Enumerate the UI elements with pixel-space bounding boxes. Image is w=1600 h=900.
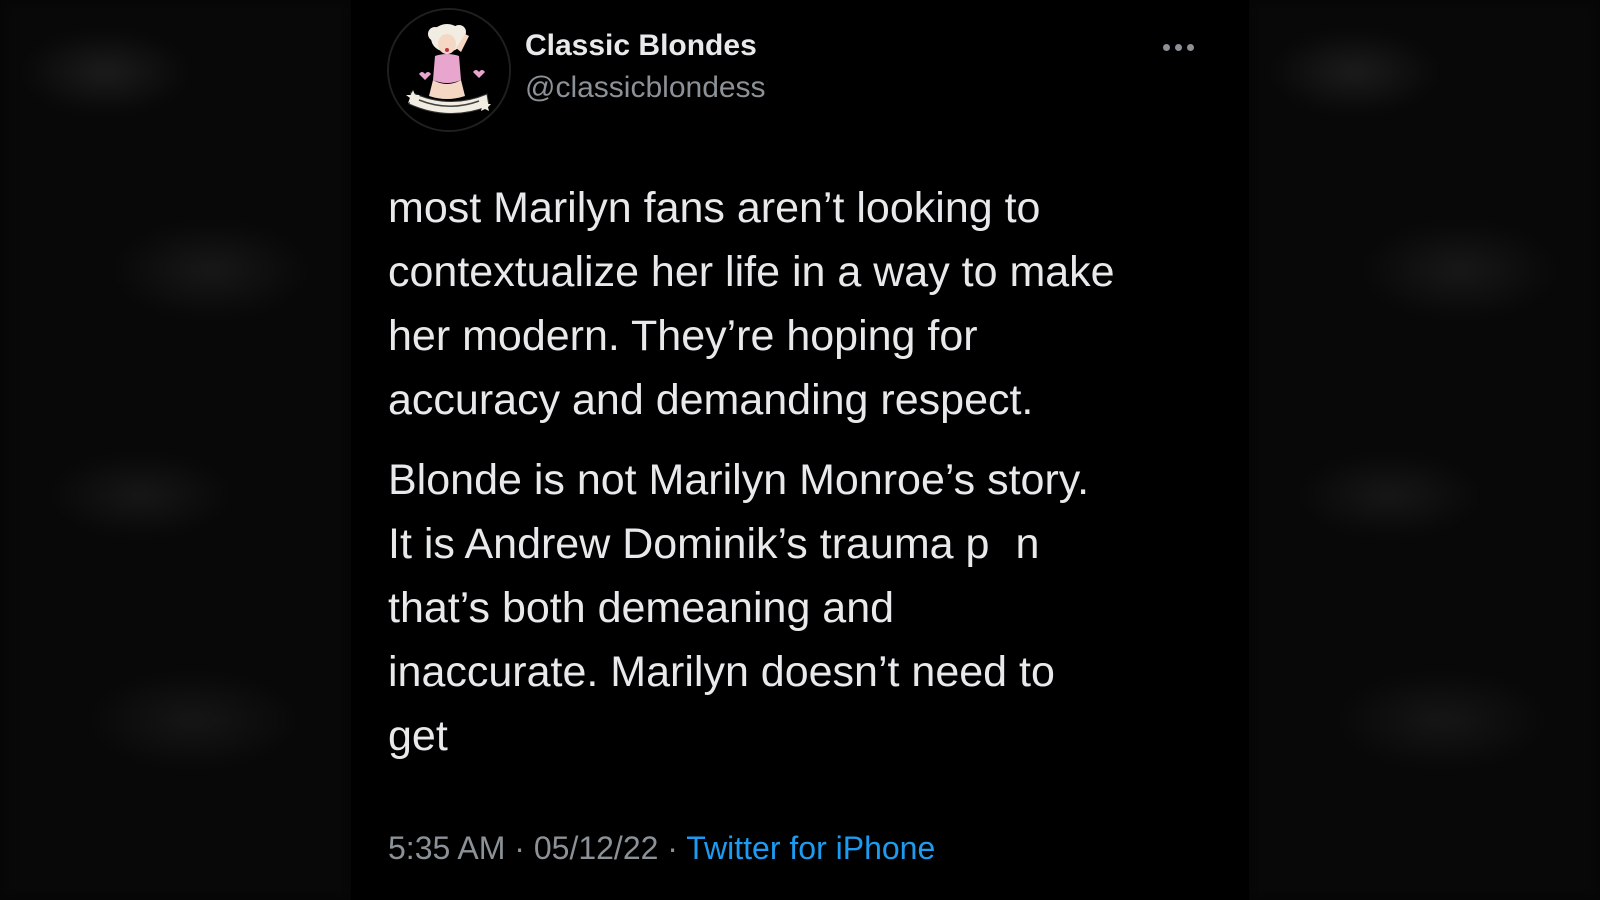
meta-separator: · (667, 830, 678, 866)
more-horizontal-icon[interactable] (1155, 30, 1203, 60)
tweet-text-line-censored: It is Andrew Dominik’s trauma p n (388, 512, 1218, 576)
screenshot-stage: Classic Blondes @classicblondess most Ma… (0, 0, 1600, 900)
tweet-text-line: that’s both demeaning and (388, 584, 895, 632)
user-handle[interactable]: @classicblondess (525, 71, 766, 105)
tweet-source-link[interactable]: Twitter for iPhone (686, 830, 935, 866)
tweet-text-line: her modern. They’re hoping for (388, 312, 978, 360)
tweet-text-fragment: It is Andrew Dominik’s trauma p (388, 520, 990, 568)
tweet-card: Classic Blondes @classicblondess most Ma… (351, 0, 1249, 900)
tweet-text-paragraph-1: most Marilyn fans aren’t looking to cont… (388, 176, 1218, 432)
more-dot (1175, 44, 1182, 51)
display-name[interactable]: Classic Blondes (525, 29, 757, 63)
tweet-date[interactable]: 05/12/22 (534, 830, 659, 866)
more-dot (1187, 44, 1194, 51)
tweet-text-line: Blonde is not Marilyn Monroe’s story. (388, 456, 1090, 504)
tweet-text-line: inaccurate. Marilyn doesn’t need to (388, 648, 1055, 696)
profile-avatar[interactable] (387, 8, 511, 132)
tweet-time[interactable]: 5:35 AM (388, 830, 505, 866)
pinup-girl-avatar-icon (389, 10, 509, 130)
tweet-text-line: get (388, 712, 448, 760)
more-dot (1163, 44, 1170, 51)
tweet-text-line: contextualize her life in a way to make (388, 248, 1115, 296)
tweet-text-fragment: n (1015, 520, 1040, 568)
tweet-text-line: accuracy and demanding respect. (388, 376, 1034, 424)
tweet-text-paragraph-2: Blonde is not Marilyn Monroe’s story. It… (388, 448, 1218, 768)
tweet-metadata: 5:35 AM · 05/12/22 · Twitter for iPhone (388, 830, 935, 867)
tweet-text-line: most Marilyn fans aren’t looking to (388, 184, 1041, 232)
blurred-background-right (1249, 0, 1600, 900)
meta-separator: · (514, 830, 525, 866)
blurred-background-left (0, 0, 351, 900)
